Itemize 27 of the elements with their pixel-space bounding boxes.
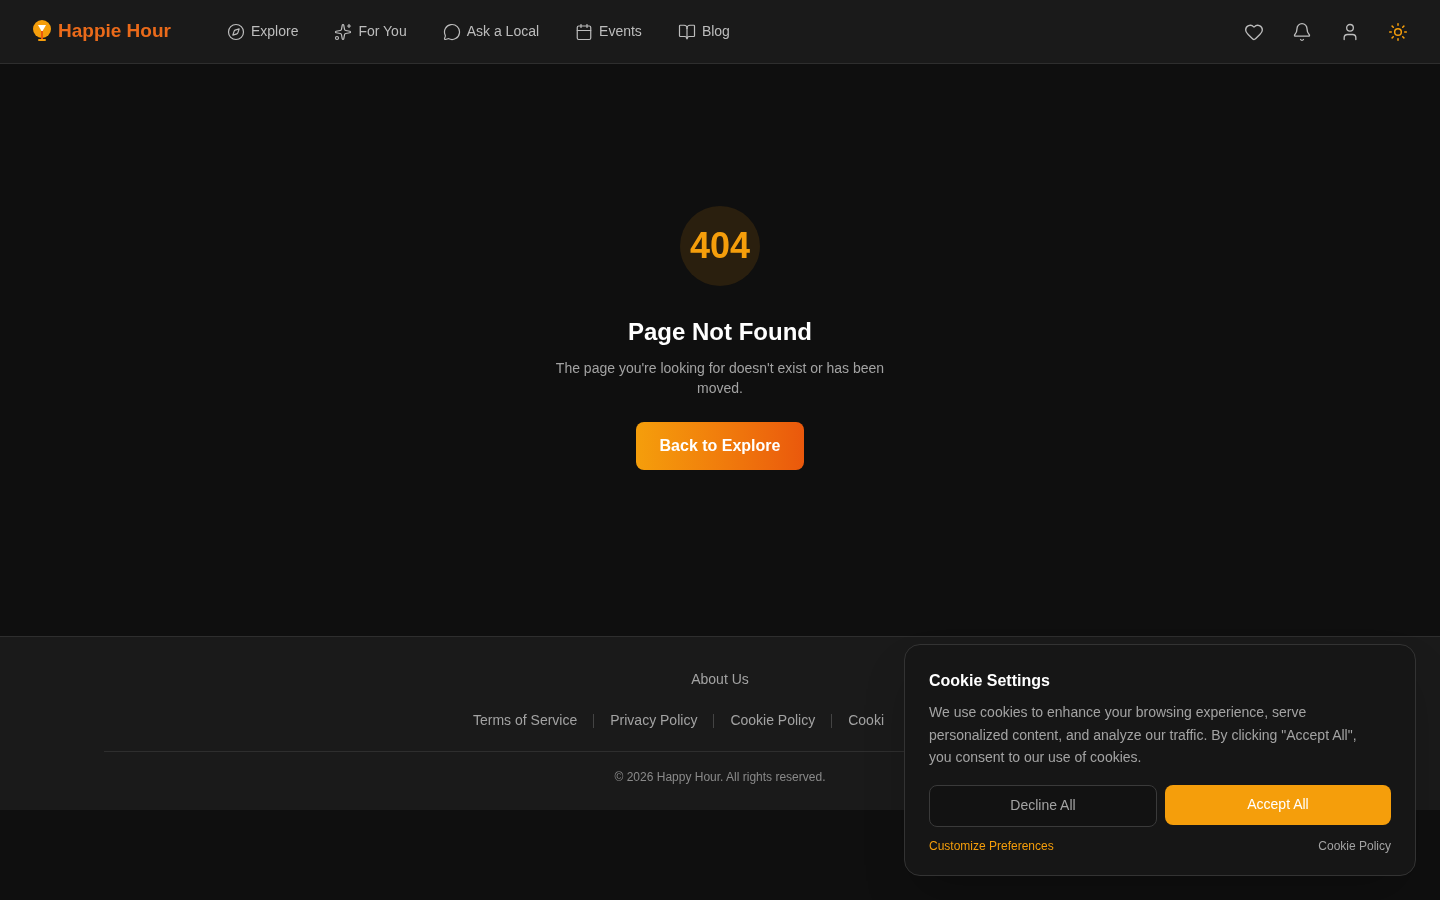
error-code-badge: 404 bbox=[680, 206, 760, 286]
cookie-title: Cookie Settings bbox=[929, 671, 1051, 691]
customize-link[interactable]: Customize Preferences bbox=[929, 836, 1054, 855]
page-title: Page Not Found bbox=[628, 317, 812, 347]
footer-link[interactable]: Cookie Policy bbox=[730, 710, 816, 731]
error-message: The page you're looking for doesn't exist or has been moved. bbox=[554, 359, 886, 398]
footer-link[interactable]: Terms of Service bbox=[473, 710, 578, 731]
sparkles-icon bbox=[334, 22, 353, 41]
logo-text[interactable]: Happie Hour bbox=[58, 17, 171, 46]
bell-icon[interactable] bbox=[1292, 21, 1312, 42]
nav-link[interactable]: Ask a Local bbox=[442, 21, 540, 42]
calendar-icon bbox=[575, 22, 594, 41]
footer-link[interactable]: Privacy Policy bbox=[610, 710, 698, 731]
compass-icon bbox=[226, 22, 245, 41]
footer-link[interactable]: Cooki bbox=[848, 710, 884, 731]
nav-link[interactable]: Blog bbox=[677, 21, 730, 42]
policy-link[interactable]: Cookie Policy bbox=[1318, 836, 1391, 855]
book-icon bbox=[677, 22, 696, 41]
nav-link[interactable]: Events bbox=[575, 21, 642, 42]
nav-link[interactable]: Explore bbox=[226, 21, 299, 42]
nav-link[interactable]: For You bbox=[334, 21, 407, 42]
cookie-text: We use cookies to enhance your browsing experience, serve personalized content, and analyze our traffic. By clicking "Accept All", you consent to our use of cookies. bbox=[929, 703, 1358, 767]
sun-icon[interactable] bbox=[1388, 21, 1408, 42]
copyright-text: © 2026 Happy Hour. All rights reserved. bbox=[614, 769, 826, 786]
decline-button[interactable]: Decline All bbox=[929, 784, 1157, 827]
footer-link[interactable]: About Us bbox=[691, 669, 749, 690]
chat-bubble-icon bbox=[442, 22, 461, 41]
